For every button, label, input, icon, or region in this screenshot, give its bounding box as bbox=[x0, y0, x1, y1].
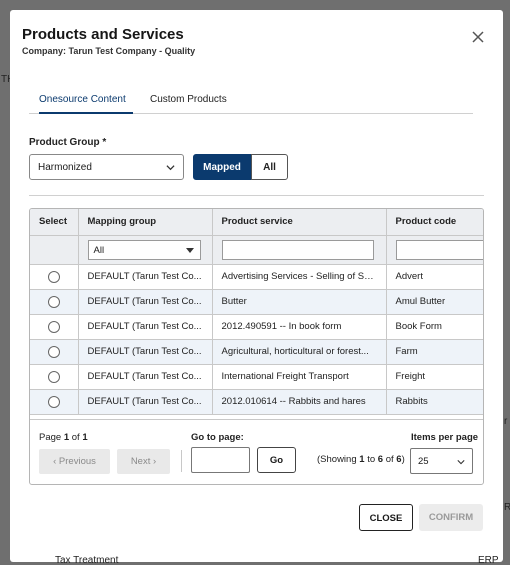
background-right-fragment-1: r bbox=[504, 416, 508, 427]
row-select-cell bbox=[30, 264, 79, 290]
row-select-cell bbox=[30, 339, 79, 365]
row-radio-button[interactable] bbox=[47, 295, 60, 308]
product-group-label: Product Group * bbox=[29, 137, 107, 148]
row-select-cell bbox=[30, 289, 79, 315]
cell-mapping-group: DEFAULT (Tarun Test Co... bbox=[78, 339, 213, 365]
pagination-bar: Page 1 of 1 ‹ Previous Next › Go to page… bbox=[30, 420, 483, 484]
row-radio-button[interactable] bbox=[47, 345, 60, 358]
chevron-down-icon bbox=[166, 165, 175, 171]
row-radio-button[interactable] bbox=[47, 320, 60, 333]
background-erp-label: ERP Qu bbox=[478, 555, 499, 565]
column-header-product-service[interactable]: Product service bbox=[212, 209, 387, 236]
cell-mapping-group: DEFAULT (Tarun Test Co... bbox=[78, 389, 213, 415]
cell-mapping-group: DEFAULT (Tarun Test Co... bbox=[78, 364, 213, 390]
all-toggle-button[interactable]: All bbox=[251, 154, 288, 180]
cell-product-service: Advertising Services - Selling of Sp... bbox=[212, 264, 387, 290]
cell-product-service: 2012.010614 -- Rabbits and hares bbox=[212, 389, 387, 415]
cell-mapping-group: DEFAULT (Tarun Test Co... bbox=[78, 264, 213, 290]
previous-page-button[interactable]: ‹ Previous bbox=[39, 449, 110, 474]
cell-product-code: Farm bbox=[386, 339, 483, 365]
page-of-word: of bbox=[71, 432, 80, 443]
page-total: 1 bbox=[82, 432, 88, 443]
row-select-cell bbox=[30, 314, 79, 340]
table-row[interactable]: DEFAULT (Tarun Test Co... 2012.490591 --… bbox=[30, 314, 483, 340]
cell-mapping-group: DEFAULT (Tarun Test Co... bbox=[78, 289, 213, 315]
items-per-page-value: 25 bbox=[418, 456, 429, 467]
caret-down-icon bbox=[185, 247, 194, 253]
mapping-group-filter-select[interactable]: All bbox=[87, 239, 201, 260]
showing-open: (Showing bbox=[317, 454, 357, 465]
mapping-group-filter-value: All bbox=[93, 244, 105, 256]
items-per-page-select[interactable]: 25 bbox=[410, 448, 473, 474]
cell-product-code: Freight bbox=[386, 364, 483, 390]
cell-product-service: Agricultural, horticultural or forest... bbox=[212, 339, 387, 365]
showing-to-word: to bbox=[367, 454, 376, 465]
table-row[interactable]: DEFAULT (Tarun Test Co... 2012.010614 --… bbox=[30, 389, 483, 415]
row-radio-button[interactable] bbox=[47, 395, 60, 408]
product-service-filter-input[interactable] bbox=[221, 239, 374, 260]
table-row[interactable]: DEFAULT (Tarun Test Co... Advertising Se… bbox=[30, 264, 483, 290]
tab-onesource-content[interactable]: Onesource Content bbox=[39, 92, 133, 114]
items-per-page-label: Items per page bbox=[411, 432, 479, 443]
confirm-button[interactable]: CONFIRM bbox=[419, 504, 483, 531]
page-current: 1 bbox=[63, 432, 70, 443]
row-select-cell bbox=[30, 364, 79, 390]
column-header-select: Select bbox=[30, 209, 79, 236]
mapped-toggle-button[interactable]: Mapped bbox=[193, 154, 251, 180]
tab-custom-products[interactable]: Custom Products bbox=[150, 92, 230, 114]
goto-page-label: Go to page: bbox=[191, 432, 244, 443]
cell-product-service: 2012.490591 -- In book form bbox=[212, 314, 387, 340]
product-group-select[interactable]: Harmonized bbox=[29, 154, 184, 180]
content-tabs: Onesource Content Custom Products bbox=[29, 92, 473, 114]
products-services-dialog: Products and Services Company: Tarun Tes… bbox=[10, 10, 503, 562]
chevron-down-icon bbox=[457, 460, 465, 465]
cell-product-code: Book Form bbox=[386, 314, 483, 340]
page-prefix: Page bbox=[39, 432, 62, 443]
table-row[interactable]: DEFAULT (Tarun Test Co... International … bbox=[30, 364, 483, 390]
table-row[interactable]: DEFAULT (Tarun Test Co... Agricultural, … bbox=[30, 339, 483, 365]
filter-row: All bbox=[30, 235, 483, 265]
next-label: Next bbox=[130, 456, 151, 467]
showing-of-word: of bbox=[385, 454, 394, 465]
showing-range-text: (Showing 1 to 6 of 6) bbox=[317, 454, 405, 465]
showing-close: ) bbox=[401, 454, 405, 465]
close-icon[interactable] bbox=[471, 30, 485, 44]
filter-cell-select bbox=[30, 235, 79, 265]
previous-label: Previous bbox=[58, 456, 96, 467]
product-group-value: Harmonized bbox=[38, 162, 92, 173]
filter-cell-product-code bbox=[386, 235, 483, 265]
section-divider bbox=[29, 195, 484, 196]
row-select-cell bbox=[30, 389, 79, 415]
goto-page-input[interactable] bbox=[191, 447, 250, 473]
cell-product-code: Rabbits bbox=[386, 389, 483, 415]
row-radio-button[interactable] bbox=[47, 370, 60, 383]
pager-divider bbox=[181, 450, 182, 472]
table-row[interactable]: DEFAULT (Tarun Test Co... Butter Amul Bu… bbox=[30, 289, 483, 315]
close-button[interactable]: CLOSE bbox=[359, 504, 413, 531]
dialog-subtitle: Company: Tarun Test Company - Quality bbox=[22, 46, 196, 56]
showing-from: 1 bbox=[359, 454, 365, 465]
column-header-mapping-group[interactable]: Mapping group bbox=[78, 209, 213, 236]
go-button[interactable]: Go bbox=[257, 447, 296, 473]
cell-product-service: International Freight Transport bbox=[212, 364, 387, 390]
cell-product-code: Amul Butter bbox=[386, 289, 483, 315]
column-header-product-code[interactable]: Product code bbox=[386, 209, 483, 236]
chevron-right-icon: › bbox=[150, 456, 157, 467]
filter-cell-product-service bbox=[212, 235, 387, 265]
background-right-fragment-2: R bbox=[504, 502, 510, 513]
products-grid: Select Mapping group Product service Pro… bbox=[29, 208, 484, 485]
cell-product-code: Advert bbox=[386, 264, 483, 290]
background-tax-treatment-label: Tax Treatment bbox=[55, 555, 119, 565]
dialog-title: Products and Services bbox=[22, 26, 184, 43]
products-table: Select Mapping group Product service Pro… bbox=[30, 209, 483, 415]
product-code-filter-input[interactable] bbox=[395, 239, 483, 260]
cell-product-service: Butter bbox=[212, 289, 387, 315]
showing-to: 6 bbox=[377, 454, 384, 465]
row-radio-button[interactable] bbox=[47, 270, 60, 283]
next-page-button[interactable]: Next › bbox=[117, 449, 170, 474]
page-indicator: Page 1 of 1 bbox=[39, 432, 88, 443]
cell-mapping-group: DEFAULT (Tarun Test Co... bbox=[78, 314, 213, 340]
filter-cell-mapping-group: All bbox=[78, 235, 213, 265]
